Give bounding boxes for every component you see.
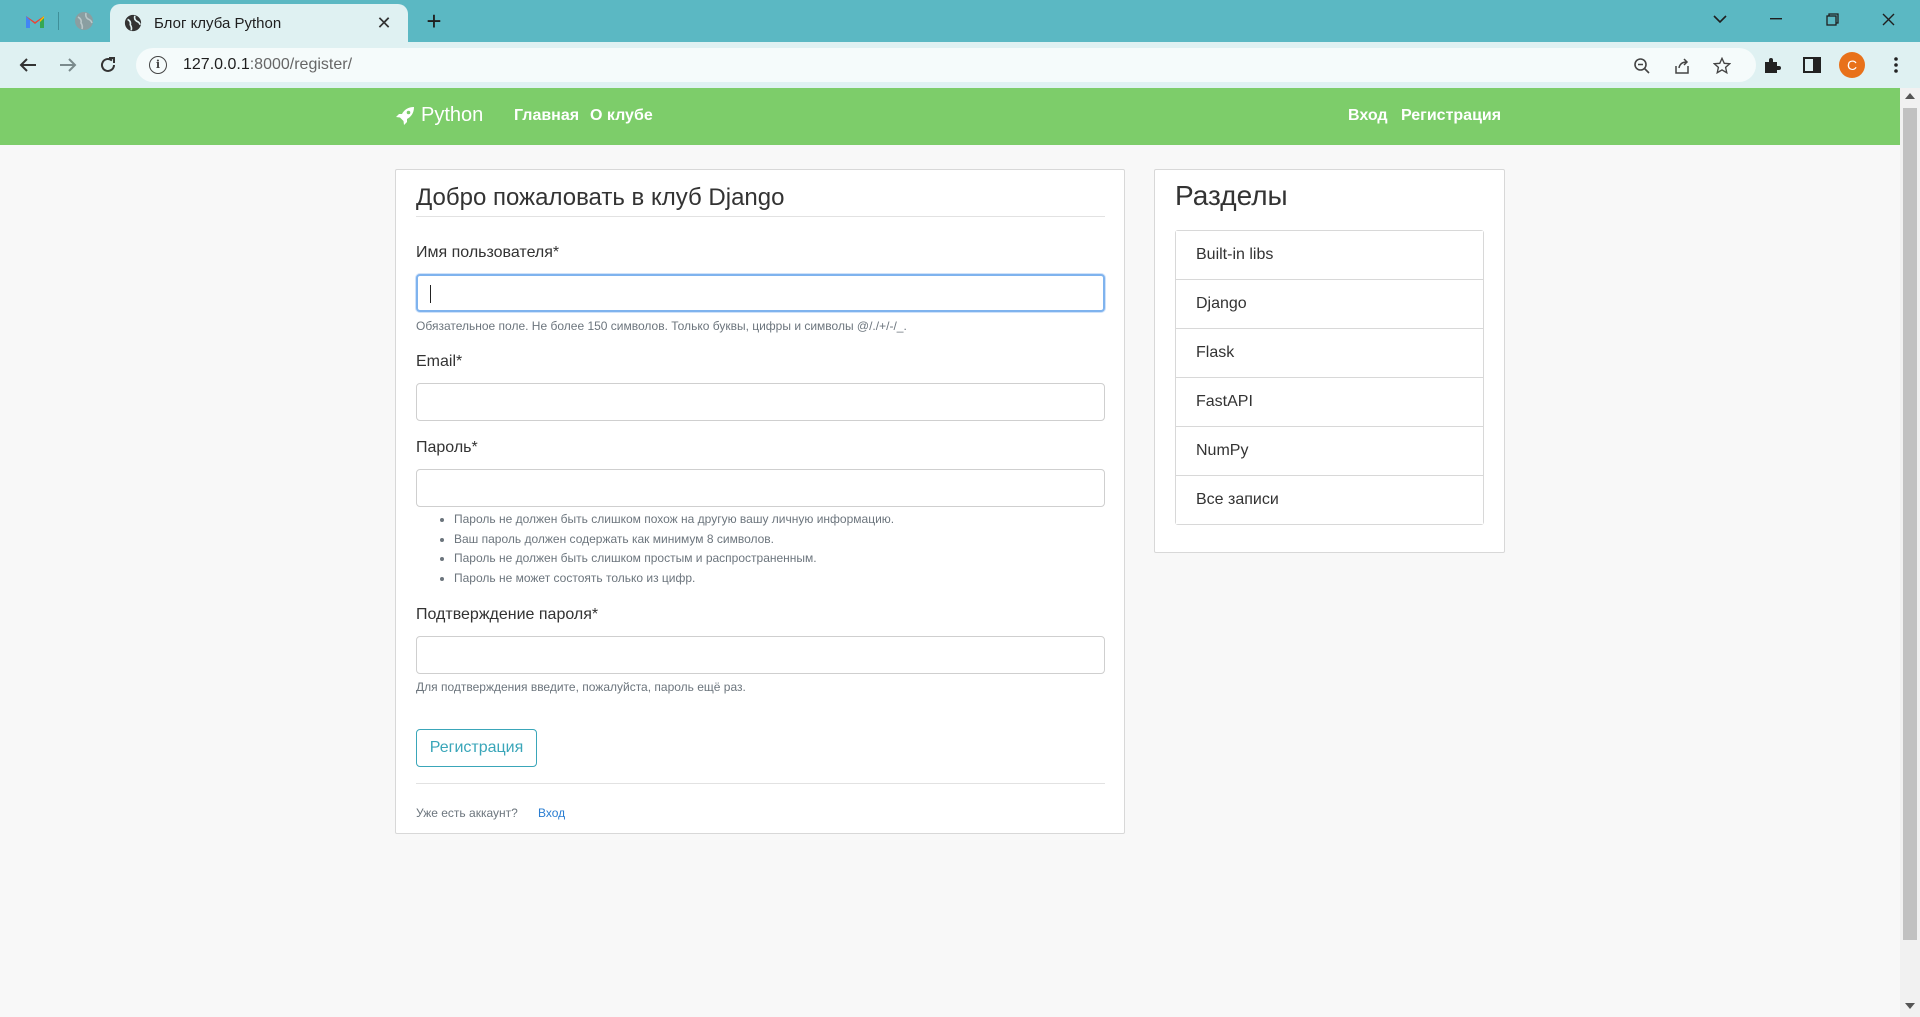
back-button[interactable] xyxy=(12,49,44,81)
chevron-down-icon xyxy=(1713,14,1727,23)
profile-avatar[interactable]: C xyxy=(1839,52,1865,78)
url-text[interactable]: 127.0.0.1:8000/register/ xyxy=(183,56,352,74)
browser-toolbar: i 127.0.0.1:8000/register/ xyxy=(0,42,1920,88)
globe-pinned-tab[interactable] xyxy=(65,6,103,36)
reload-icon xyxy=(101,57,115,72)
password-label: Пароль* xyxy=(416,439,478,456)
url-host: 127.0.0.1 xyxy=(183,56,250,73)
section-item-builtin-libs[interactable]: Built-in libs xyxy=(1176,231,1483,280)
close-window-button[interactable] xyxy=(1860,0,1916,38)
page-title: Добро пожаловать в клуб Django xyxy=(416,184,785,211)
side-panel-button[interactable] xyxy=(1798,51,1826,79)
section-item-numpy[interactable]: NumPy xyxy=(1176,427,1483,476)
tab-search-button[interactable] xyxy=(1692,0,1748,38)
minimize-button[interactable] xyxy=(1748,0,1804,38)
password-rule: Пароль не должен быть слишком похож на д… xyxy=(454,510,894,530)
nav-link-register[interactable]: Регистрация xyxy=(1401,107,1501,125)
page-scrollbar[interactable] xyxy=(1900,88,1920,1017)
sections-card: Разделы Built-in libs Django Flask FastA… xyxy=(1154,169,1505,553)
puzzle-icon xyxy=(1765,58,1781,73)
sections-list: Built-in libs Django Flask FastAPI NumPy… xyxy=(1175,230,1484,525)
scroll-up-arrow-icon[interactable] xyxy=(1905,93,1915,99)
globe-icon xyxy=(75,12,93,30)
password-confirm-label: Подтверждение пароля* xyxy=(416,606,599,623)
zoom-out-icon xyxy=(1634,58,1650,74)
brand-link[interactable]: Python xyxy=(395,104,483,127)
restore-button[interactable] xyxy=(1804,0,1860,38)
share-button[interactable] xyxy=(1670,54,1694,78)
username-help: Обязательное поле. Не более 150 символов… xyxy=(416,319,907,333)
text-caret xyxy=(430,285,431,303)
email-label: Email* xyxy=(416,353,463,370)
divider xyxy=(416,216,1105,217)
extensions-button[interactable] xyxy=(1758,51,1786,79)
password-confirm-input[interactable] xyxy=(416,636,1105,674)
bookmark-button[interactable] xyxy=(1710,54,1734,78)
section-item-flask[interactable]: Flask xyxy=(1176,329,1483,378)
new-tab-button[interactable]: + xyxy=(420,8,448,36)
close-tab-icon[interactable]: ✕ xyxy=(374,13,394,33)
browser-menu-button[interactable] xyxy=(1882,51,1910,79)
url-path: :8000/register/ xyxy=(249,56,353,73)
scroll-down-arrow-icon[interactable] xyxy=(1905,1003,1915,1009)
gmail-pinned-tab[interactable] xyxy=(16,6,54,36)
tab-title: Блог клуба Python xyxy=(154,14,282,32)
address-bar[interactable]: i 127.0.0.1:8000/register/ xyxy=(136,48,1756,82)
restore-icon xyxy=(1825,12,1839,26)
forward-button[interactable] xyxy=(52,49,84,81)
share-icon xyxy=(1675,58,1689,74)
nav-link-login[interactable]: Вход xyxy=(1348,107,1388,125)
rocket-icon xyxy=(396,106,414,125)
arrow-right-icon xyxy=(60,58,77,72)
register-card: Добро пожаловать в клуб Django Имя польз… xyxy=(395,169,1125,834)
reload-button[interactable] xyxy=(92,49,124,81)
sections-title: Разделы xyxy=(1175,180,1288,211)
username-input[interactable] xyxy=(416,274,1105,312)
password-rule: Ваш пароль должен содержать как минимум … xyxy=(454,530,894,550)
register-button[interactable]: Регистрация xyxy=(416,729,537,767)
password-rule: Пароль не может состоять только из цифр. xyxy=(454,569,894,589)
username-label: Имя пользователя* xyxy=(416,244,560,261)
close-icon xyxy=(1882,13,1894,25)
section-item-django[interactable]: Django xyxy=(1176,280,1483,329)
site-navbar: Python Главная О клубе Вход Регистрация xyxy=(0,88,1900,145)
side-panel-icon xyxy=(1803,57,1821,73)
globe-icon xyxy=(124,14,142,32)
divider xyxy=(416,783,1105,784)
password-input[interactable] xyxy=(416,469,1105,507)
star-icon xyxy=(1713,57,1731,75)
minimize-icon xyxy=(1770,18,1782,20)
zoom-button[interactable] xyxy=(1630,54,1654,78)
login-link[interactable]: Вход xyxy=(538,806,565,820)
have-account-text: Уже есть аккаунт? xyxy=(416,806,518,820)
more-vert-icon xyxy=(1894,57,1898,73)
nav-link-home[interactable]: Главная xyxy=(514,107,579,125)
email-input[interactable] xyxy=(416,383,1105,421)
tab-blog[interactable]: Блог клуба Python ✕ xyxy=(110,4,408,42)
site-info-icon[interactable]: i xyxy=(149,56,167,74)
section-item-all-posts[interactable]: Все записи xyxy=(1176,476,1483,524)
password-rule: Пароль не должен быть слишком простым и … xyxy=(454,549,894,569)
scroll-thumb[interactable] xyxy=(1903,108,1917,940)
password-confirm-help: Для подтверждения введите, пожалуйста, п… xyxy=(416,680,746,694)
nav-link-about[interactable]: О клубе xyxy=(590,107,653,125)
tab-separator xyxy=(58,12,59,30)
password-rules: Пароль не должен быть слишком похож на д… xyxy=(454,510,894,588)
section-item-fastapi[interactable]: FastAPI xyxy=(1176,378,1483,427)
browser-tab-strip: Блог клуба Python ✕ + xyxy=(0,0,1920,42)
brand-name: Python xyxy=(421,104,484,126)
gmail-icon xyxy=(26,16,44,28)
arrow-left-icon xyxy=(19,58,36,72)
